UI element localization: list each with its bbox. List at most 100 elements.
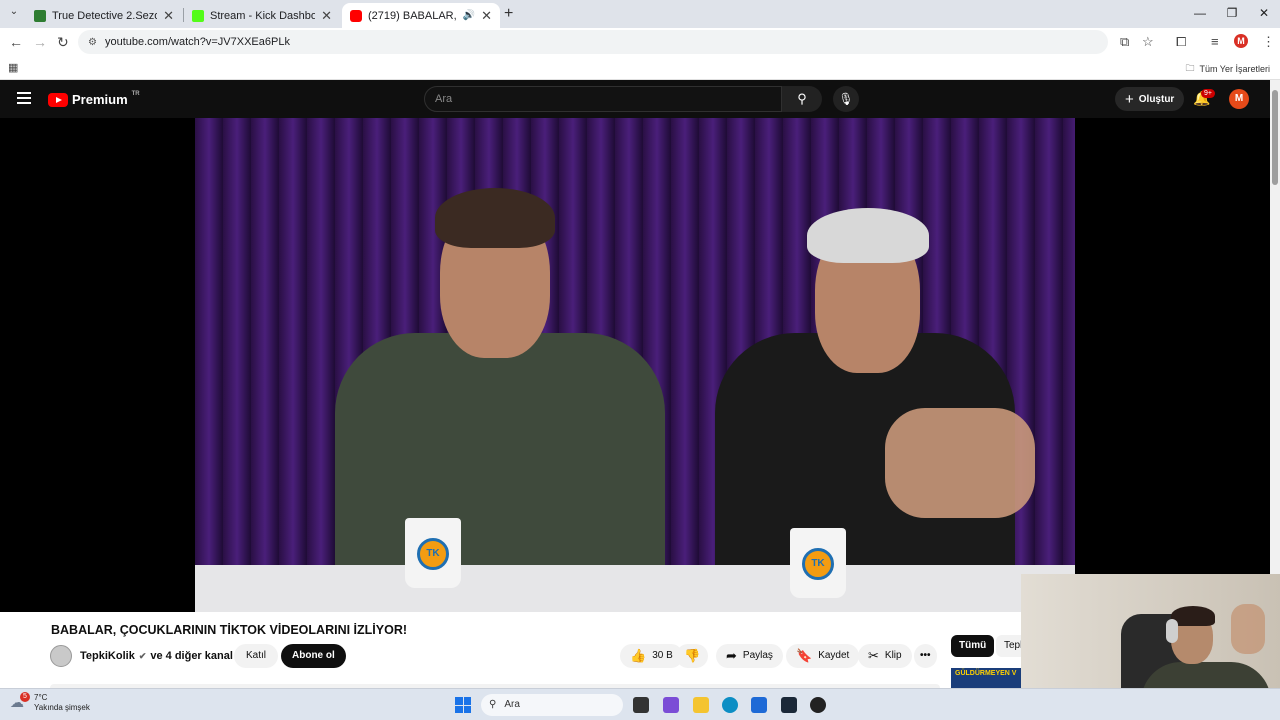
collab-channels-text: ve 4 diğer kanal [150,650,233,662]
logo-text: Premium [72,92,128,107]
edge-browser-icon[interactable] [722,697,738,713]
tab-youtube-video[interactable]: (2719) BABALAR, ÇOCUKLA 🔊 ✕ [342,3,500,28]
channel-avatar[interactable] [50,645,72,667]
weather-text: 7°C Yakında şimşek [34,693,90,713]
restore-icon[interactable]: ❐ [1216,0,1248,28]
taskbar-search-input[interactable]: ⚲ Ara [481,694,623,716]
search-icon[interactable]: ⚲ [782,86,822,112]
back-arrow-icon[interactable]: ← [9,34,23,50]
address-bar[interactable]: ⚙ youtube.com/watch?v=JV7XXEa6PLk [78,30,1108,54]
microphone-icon[interactable]: 🎙 [833,86,859,112]
youtube-play-logo-icon [48,92,68,107]
dislike-button[interactable]: 👎 [676,644,709,668]
windows-start-icon[interactable] [455,697,471,713]
extensions-icon[interactable]: ⧠ [1176,34,1186,50]
url-text: youtube.com/watch?v=JV7XXEa6PLk [104,36,290,48]
bookmark-icon: 🔖 [796,648,813,663]
apps-grid-icon[interactable]: ▦ [8,61,18,74]
browser-profile-avatar[interactable]: M [1234,34,1248,48]
thumbs-down-icon: 👎 [684,648,701,663]
bookmark-star-icon[interactable]: ☆ [1142,34,1154,50]
mug-right: TK [790,528,846,598]
video-frame: TK TK [195,118,1075,612]
thumbs-up-icon: 👍 [630,648,647,663]
task-view-icon[interactable] [633,697,649,713]
install-app-icon[interactable]: ⧉ [1120,34,1129,50]
tab-kick-dashboard[interactable]: Stream - Kick Dashboard ✕ [184,3,340,28]
youtube-premium-logo[interactable]: Premium TR [48,90,140,107]
taskbar-search-placeholder: Ara [504,699,520,710]
recommended-video-thumbnail[interactable]: GÜLDÜRMEYEN V [951,668,1021,688]
account-avatar[interactable]: M [1229,89,1249,109]
scissors-icon: ✂ [868,648,879,663]
join-button[interactable]: Katıl [234,644,279,668]
bookmarks-bar: ▦ 🗀 Tüm Yer İşaretleri [0,56,1280,80]
chip-all[interactable]: Tümü [951,635,995,657]
plus-icon: + [1125,90,1134,108]
thunderstorm-icon: ☁ 5 [10,692,30,712]
window-controls: — ❐ ✕ [1184,0,1280,28]
close-tab-icon[interactable]: ✕ [321,8,332,24]
menu-kebab-icon[interactable]: ⋮ [1262,34,1275,50]
app-icon[interactable] [810,697,826,713]
clip-label: Klip [884,650,902,661]
search-input[interactable]: Ara [424,86,782,112]
windows-taskbar: ☁ 5 7°C Yakında şimşek ⚲ Ara [0,688,1280,720]
tab-true-detective[interactable]: True Detective 2.Sezon 3.Bölüm ✕ [26,3,182,28]
tab-search-icon[interactable]: ⌄ [6,6,22,22]
person-torso [335,333,665,583]
subscribe-button[interactable]: Abone ol [281,644,346,668]
mug-left: TK [405,518,461,588]
weather-condition: Yakında şimşek [34,703,90,712]
close-window-icon[interactable]: ✕ [1248,0,1280,28]
share-button[interactable]: ➦ Paylaş [716,644,783,668]
close-tab-icon[interactable]: ✕ [481,8,492,24]
steam-icon[interactable] [781,697,797,713]
menu-hamburger-icon[interactable] [17,92,31,107]
webcam-person-hand [1231,604,1265,654]
tab-title: True Detective 2.Sezon 3.Bölüm [52,9,157,22]
browser-tab-bar: ⌄ True Detective 2.Sezon 3.Bölüm ✕ Strea… [0,0,1280,28]
like-count: 30 B [652,650,673,661]
channel-name: TepkiKolik [80,650,135,662]
notification-count-badge: 9+ [1201,89,1215,98]
channel-name-link[interactable]: TepkiKolik ✔ ve 4 diğer kanal [80,650,233,662]
media-control-icon[interactable]: ≡ [1211,34,1219,49]
youtube-masthead: Premium TR Ara ⚲ 🎙 + Oluştur 🔔 9+ M [0,80,1280,118]
clip-button[interactable]: ✂ Klip [858,644,912,668]
tab-favicon-icon [34,9,46,22]
all-bookmarks-button[interactable]: 🗀 Tüm Yer İşaretleri [1185,61,1270,77]
weather-widget[interactable]: ☁ 5 7°C Yakında şimşek [10,692,90,713]
region-code: TR [131,90,140,97]
save-button[interactable]: 🔖 Kaydet [786,644,860,668]
temperature: 7°C [34,693,48,702]
close-tab-icon[interactable]: ✕ [163,8,174,24]
file-explorer-icon[interactable] [693,697,709,713]
person-hair [435,188,555,248]
more-actions-button[interactable]: ••• [914,644,937,668]
youtube-favicon-icon [350,9,362,22]
minimize-icon[interactable]: — [1184,0,1216,28]
person-hair [807,208,929,263]
search-icon: ⚲ [489,699,497,710]
create-label: Oluştur [1138,93,1175,105]
reload-icon[interactable]: ↻ [57,34,69,51]
new-tab-icon[interactable]: + [504,5,513,23]
audio-playing-icon[interactable]: 🔊 [463,10,475,21]
weather-alert-badge: 5 [20,692,30,702]
like-button[interactable]: 👍 30 B [620,644,683,668]
person-hands [885,408,1035,518]
forward-arrow-icon[interactable]: → [33,34,47,50]
scrollbar-thumb[interactable] [1272,90,1278,185]
create-button[interactable]: + Oluştur [1115,87,1185,111]
headset-icon [1166,619,1178,643]
all-bookmarks-label: Tüm Yer İşaretleri [1199,64,1270,74]
site-info-icon[interactable]: ⚙ [88,37,97,48]
folder-icon: 🗀 [1185,63,1195,73]
microsoft-store-icon[interactable] [751,697,767,713]
tab-favicon-icon [192,9,204,22]
share-arrow-icon: ➦ [726,648,737,663]
copilot-icon[interactable] [663,697,679,713]
share-label: Paylaş [742,650,773,661]
video-player[interactable]: TK TK [0,118,1270,612]
